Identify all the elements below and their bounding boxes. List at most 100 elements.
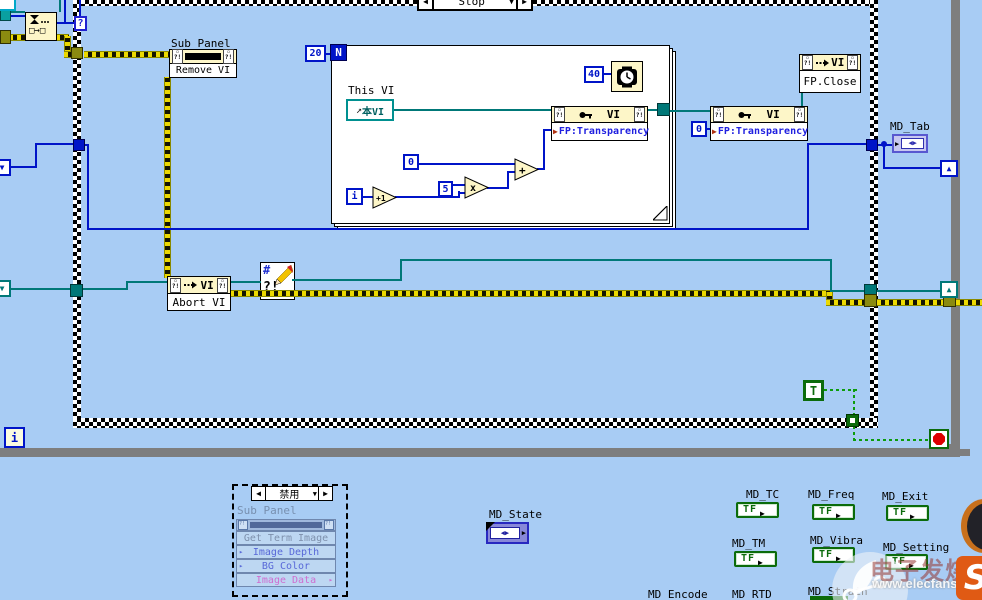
wire-segment bbox=[400, 259, 832, 261]
wire-segment bbox=[9, 11, 25, 13]
local-variable-fold-icon bbox=[486, 522, 495, 531]
labview-block-diagram: # ?! ◀ "Stop" ▼ ▶ ? □→□ Sub Panel ▫ ?! ▫… bbox=[0, 0, 982, 600]
abort-vi-invoke-node[interactable]: VI Abort VI bbox=[167, 276, 231, 311]
increment-function[interactable]: +1 bbox=[372, 186, 398, 210]
fp-close-invoke-node[interactable]: VI FP.Close bbox=[799, 54, 861, 93]
add-function[interactable]: + bbox=[514, 158, 540, 182]
tunnel-error-left[interactable] bbox=[71, 47, 83, 59]
remove-vi-invoke-node[interactable]: Remove VI bbox=[169, 49, 237, 78]
disable-dropdown-icon[interactable]: ▼ bbox=[313, 490, 317, 498]
tunnel-blue-right[interactable] bbox=[866, 139, 878, 151]
md-rtd-label: MD_RTD bbox=[732, 588, 772, 600]
property-key-icon bbox=[579, 111, 592, 118]
this-vi-refnum[interactable]: ↗ 本VI bbox=[346, 99, 394, 121]
fp-close-method[interactable]: FP.Close bbox=[799, 71, 861, 93]
svg-text:x: x bbox=[470, 183, 476, 194]
case-structure-bottom-border[interactable] bbox=[73, 418, 878, 428]
hourglass-icon bbox=[30, 15, 49, 24]
case-selector-terminal[interactable]: ? bbox=[74, 16, 87, 31]
shift-register-left-teal[interactable]: ▼ bbox=[0, 280, 11, 297]
true-constant[interactable]: T bbox=[803, 380, 824, 401]
multiplier-constant[interactable]: 5 bbox=[438, 181, 453, 197]
tunnel-error-right[interactable] bbox=[864, 294, 877, 307]
tunnel-blue-left[interactable] bbox=[73, 139, 85, 151]
while-loop-bottom-border[interactable] bbox=[0, 448, 960, 457]
disable-prev-arrow-icon[interactable]: ◀ bbox=[252, 487, 266, 500]
disabled-row-get-term-image[interactable]: Get Term Image bbox=[236, 531, 336, 545]
wire-segment bbox=[230, 290, 830, 297]
boolean-terminal-md-freq[interactable]: TF bbox=[812, 504, 855, 520]
case-selector-label[interactable]: ◀ "Stop" ▼ ▶ bbox=[417, 0, 533, 11]
arrow-icon bbox=[907, 504, 915, 523]
wire-segment bbox=[10, 166, 37, 168]
while-iteration-terminal[interactable]: i bbox=[4, 427, 25, 448]
boolean-terminal-md-tm[interactable]: TF bbox=[734, 551, 777, 567]
case-selector-text[interactable]: "Stop" bbox=[434, 0, 509, 8]
wire-segment bbox=[807, 143, 809, 230]
shift-register-right-blue[interactable]: ▲ bbox=[940, 160, 958, 177]
badge-letter: S bbox=[964, 558, 982, 598]
case-structure-right-border[interactable] bbox=[870, 0, 878, 428]
node-title: VI bbox=[606, 108, 621, 121]
loop-condition-terminal[interactable] bbox=[929, 429, 949, 449]
wire-segment bbox=[877, 299, 945, 306]
invoke-node-header: VI bbox=[799, 54, 861, 71]
occurrence-node[interactable]: □→□ bbox=[25, 12, 57, 41]
wire-segment bbox=[956, 299, 982, 306]
case-next-arrow-icon[interactable]: ▶ bbox=[516, 0, 531, 9]
watch-icon bbox=[617, 66, 637, 87]
error-out-icon bbox=[633, 107, 645, 122]
tunnel-teal-forloop[interactable] bbox=[657, 103, 670, 116]
count-constant[interactable]: 20 bbox=[305, 45, 326, 62]
tunnel-center bbox=[850, 418, 855, 423]
shift-register-right-teal[interactable]: ▲ bbox=[940, 281, 958, 298]
boolean-terminal-md-tc[interactable]: TF bbox=[736, 502, 779, 518]
refnum-bar-icon bbox=[250, 522, 322, 528]
wire-segment bbox=[35, 143, 74, 145]
wait-ms-function[interactable] bbox=[611, 61, 643, 92]
wire-segment bbox=[807, 143, 867, 145]
property-row[interactable]: ▶ FP:Transparency bbox=[710, 123, 808, 141]
abort-vi-method[interactable]: Abort VI bbox=[167, 294, 231, 311]
wire-segment bbox=[8, 288, 128, 290]
case-structure-left-border[interactable] bbox=[73, 0, 81, 428]
wire-segment bbox=[79, 0, 81, 17]
property-node-fp-transparency-2[interactable]: VI ▶ FP:Transparency bbox=[710, 106, 808, 141]
disable-structure-selector[interactable]: ◀ 禁用 ▼ ▶ bbox=[251, 486, 333, 501]
transparency-value-constant[interactable]: 0 bbox=[691, 121, 707, 137]
subpanel-node-label: Sub Panel bbox=[171, 37, 231, 50]
case-prev-arrow-icon[interactable]: ◀ bbox=[419, 0, 434, 9]
add-base-constant[interactable]: 0 bbox=[403, 154, 419, 170]
remove-vi-method[interactable]: Remove VI bbox=[169, 64, 237, 78]
disable-selector-text[interactable]: 禁用 bbox=[266, 486, 313, 501]
disable-next-arrow-icon[interactable]: ▶ bbox=[318, 487, 332, 500]
property-node-header: VI bbox=[710, 106, 808, 123]
disabled-row-bg-color[interactable]: BG Color bbox=[236, 559, 336, 573]
disabled-row-image-depth[interactable]: Image Depth bbox=[236, 545, 336, 559]
property-node-fp-transparency-1[interactable]: VI ▶ FP:Transparency bbox=[551, 106, 649, 141]
subpanel-refnum-icon bbox=[185, 53, 221, 60]
error-out-icon bbox=[217, 277, 228, 293]
wire-segment bbox=[853, 439, 931, 441]
property-row[interactable]: ▶ FP:Transparency bbox=[551, 123, 649, 141]
wire-segment bbox=[9, 34, 26, 41]
error-terminal-fragment[interactable] bbox=[0, 30, 11, 44]
wire-segment bbox=[507, 171, 509, 189]
node-title: VI bbox=[200, 278, 214, 292]
multiply-function[interactable]: x bbox=[464, 176, 490, 200]
while-loop-right-border[interactable] bbox=[951, 0, 960, 457]
tunnel-boolean[interactable] bbox=[846, 414, 859, 427]
watermark-dark-circle bbox=[961, 499, 982, 553]
wire-segment bbox=[230, 281, 261, 283]
shift-register-left-blue[interactable]: ▼ bbox=[0, 159, 11, 176]
md-tab-terminal[interactable]: ▶ bbox=[892, 134, 928, 153]
for-iteration-terminal[interactable]: i bbox=[346, 188, 363, 205]
case-dropdown-icon[interactable]: ▼ bbox=[509, 0, 514, 6]
write-arrow-icon: ▶ bbox=[553, 127, 558, 136]
tunnel-teal-left[interactable] bbox=[70, 284, 83, 297]
disabled-row-image-data[interactable]: Image Data bbox=[236, 573, 336, 587]
loop-count-terminal[interactable]: N bbox=[330, 44, 347, 61]
boolean-terminal-md-exit[interactable]: TF bbox=[886, 505, 929, 521]
error-out-icon: ?! bbox=[324, 520, 334, 530]
wait-ms-constant[interactable]: 40 bbox=[584, 66, 604, 83]
